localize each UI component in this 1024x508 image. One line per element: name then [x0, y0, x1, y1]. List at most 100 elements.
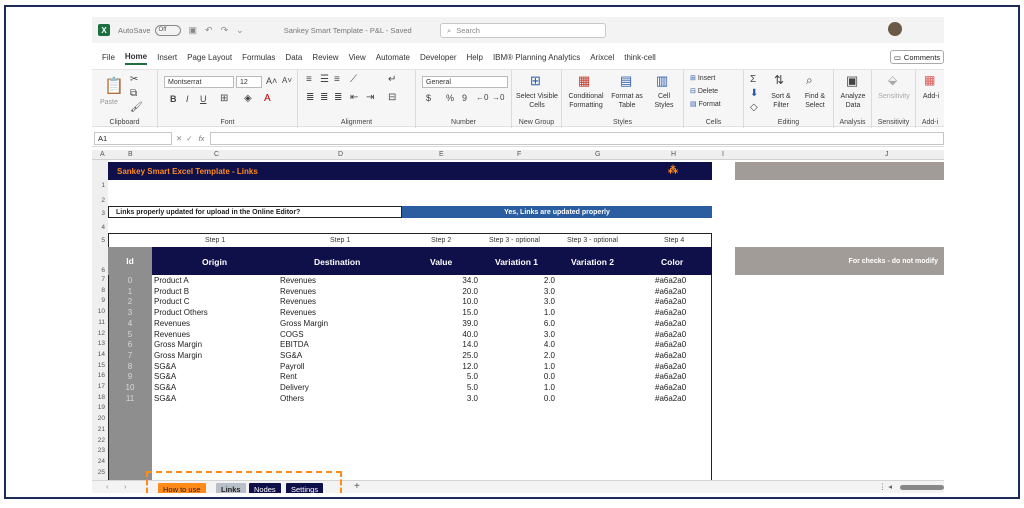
cell-value[interactable]: 14.0: [462, 340, 478, 351]
fill-icon[interactable]: ⬇: [750, 88, 758, 99]
row-header[interactable]: 23: [98, 447, 105, 454]
row-header[interactable]: 14: [98, 351, 105, 358]
copy-icon[interactable]: ⧉: [130, 88, 137, 99]
orientation-icon[interactable]: ⟋: [350, 74, 357, 85]
tab-think-cell[interactable]: think-cell: [624, 51, 656, 64]
cell-color[interactable]: #a6a2a0: [655, 319, 686, 330]
undo-icon[interactable]: ↶: [205, 25, 213, 36]
cell-value[interactable]: 25.0: [462, 351, 478, 362]
row-header[interactable]: 25: [98, 469, 105, 476]
cell-destination[interactable]: SG&A: [280, 351, 302, 362]
cell-destination[interactable]: Revenues: [280, 308, 316, 319]
cell-color[interactable]: #a6a2a0: [655, 287, 686, 298]
column-header-h[interactable]: H: [671, 151, 676, 158]
cell-color[interactable]: #a6a2a0: [655, 394, 686, 405]
cell-id[interactable]: 3: [108, 308, 152, 319]
tab-page-layout[interactable]: Page Layout: [187, 51, 232, 64]
save-icon[interactable]: ▣: [189, 25, 198, 36]
customize-icon[interactable]: ⌄: [236, 25, 244, 36]
cell-color[interactable]: #a6a2a0: [655, 308, 686, 319]
tab-view[interactable]: View: [349, 51, 366, 64]
insert-function-icon[interactable]: fx: [199, 134, 205, 143]
column-header-g[interactable]: G: [595, 151, 600, 158]
cell-destination[interactable]: Delivery: [280, 383, 309, 394]
tab-insert[interactable]: Insert: [157, 51, 177, 64]
format-as-table-icon[interactable]: ▤: [620, 73, 632, 89]
cell-origin[interactable]: Gross Margin: [154, 351, 202, 362]
sensitivity-button[interactable]: Sensitivity: [874, 92, 914, 101]
cell-variation-1[interactable]: 3.0: [544, 287, 555, 298]
worksheet-grid[interactable]: Sankey Smart Excel Template - Links ⁂ Li…: [108, 160, 944, 480]
row-header[interactable]: 16: [98, 372, 105, 379]
align-middle-icon[interactable]: ☰: [320, 74, 329, 85]
more-options-icon[interactable]: ⋮ ◂: [879, 482, 892, 491]
table-row[interactable]: 8 SG&A Payroll 12.0 1.0 #a6a2a0: [108, 362, 712, 373]
autosum-icon[interactable]: Σ: [750, 74, 756, 85]
cell-variation-1[interactable]: 0.0: [544, 394, 555, 405]
document-title[interactable]: Sankey Smart Template - P&L - Saved: [284, 26, 412, 35]
redo-icon[interactable]: ↷: [221, 25, 229, 36]
increase-font-icon[interactable]: A˄: [266, 76, 277, 86]
row-header[interactable]: 8: [101, 287, 105, 294]
cell-styles-icon[interactable]: ▥: [656, 73, 668, 89]
percent-button[interactable]: %: [446, 93, 454, 103]
cell-variation-1[interactable]: 2.0: [544, 351, 555, 362]
tab-file[interactable]: File: [102, 51, 115, 64]
tab-help[interactable]: Help: [466, 51, 482, 64]
cell-color[interactable]: #a6a2a0: [655, 340, 686, 351]
table-row[interactable]: 9 SG&A Rent 5.0 0.0 #a6a2a0: [108, 372, 712, 383]
cell-id[interactable]: 6: [108, 340, 152, 351]
row-header[interactable]: 20: [98, 415, 105, 422]
cell-destination[interactable]: Rent: [280, 372, 297, 383]
format-painter-icon[interactable]: 🖌: [130, 102, 143, 113]
cell-variation-1[interactable]: 2.0: [544, 276, 555, 287]
cell-origin[interactable]: Revenues: [154, 319, 190, 330]
row-header[interactable]: 19: [98, 404, 105, 411]
fill-color-icon[interactable]: ◈: [244, 93, 252, 104]
increase-decimal-icon[interactable]: ←0: [476, 93, 488, 102]
table-row[interactable]: 0 Product A Revenues 34.0 2.0 #a6a2a0: [108, 276, 712, 287]
cell-destination[interactable]: Revenues: [280, 287, 316, 298]
links-check-question[interactable]: Links properly updated for upload in the…: [108, 206, 402, 218]
cell-origin[interactable]: Revenues: [154, 330, 190, 341]
tab-data[interactable]: Data: [285, 51, 302, 64]
cell-origin[interactable]: Product C: [154, 297, 190, 308]
cell-id[interactable]: 4: [108, 319, 152, 330]
cell-variation-1[interactable]: 1.0: [544, 362, 555, 373]
decrease-font-icon[interactable]: A˅: [282, 76, 292, 85]
paste-button[interactable]: Paste: [100, 98, 118, 107]
underline-button[interactable]: U: [200, 94, 207, 104]
cell-variation-1[interactable]: 1.0: [544, 383, 555, 394]
cell-variation-1[interactable]: 1.0: [544, 308, 555, 319]
table-row[interactable]: 3 Product Others Revenues 15.0 1.0 #a6a2…: [108, 308, 712, 319]
borders-icon[interactable]: ⊞: [220, 93, 228, 104]
row-header[interactable]: 15: [98, 362, 105, 369]
avatar[interactable]: [888, 22, 902, 36]
align-bottom-icon[interactable]: ≡: [334, 74, 340, 85]
cell-color[interactable]: #a6a2a0: [655, 351, 686, 362]
cell-origin[interactable]: Product Others: [154, 308, 208, 319]
cell-value[interactable]: 39.0: [462, 319, 478, 330]
row-header[interactable]: 2: [101, 197, 105, 204]
column-header-f[interactable]: F: [517, 151, 521, 158]
tab-ibm-planning-analytics[interactable]: IBM® Planning Analytics: [493, 51, 580, 64]
find-select-icon[interactable]: ⌕: [806, 73, 813, 88]
sensitivity-icon[interactable]: ⬙: [888, 73, 897, 87]
clear-icon[interactable]: ◇: [750, 102, 758, 113]
cell-origin[interactable]: SG&A: [154, 383, 176, 394]
row-header[interactable]: 3: [101, 210, 105, 217]
cell-id[interactable]: 5: [108, 330, 152, 341]
number-format-select[interactable]: General: [422, 76, 508, 88]
wrap-text-icon[interactable]: ↵: [388, 74, 396, 85]
cell-color[interactable]: #a6a2a0: [655, 362, 686, 373]
find-select-button[interactable]: Find & Select: [798, 92, 832, 110]
currency-button[interactable]: $: [426, 93, 431, 103]
cell-color[interactable]: #a6a2a0: [655, 330, 686, 341]
add-sheet-icon[interactable]: +: [354, 481, 360, 492]
table-row[interactable]: 5 Revenues COGS 40.0 3.0 #a6a2a0: [108, 330, 712, 341]
cell-variation-1[interactable]: 4.0: [544, 340, 555, 351]
tab-automate[interactable]: Automate: [376, 51, 410, 64]
merge-center-icon[interactable]: ⊟: [388, 92, 396, 103]
cell-value[interactable]: 34.0: [462, 276, 478, 287]
cell-value[interactable]: 5.0: [467, 372, 478, 383]
